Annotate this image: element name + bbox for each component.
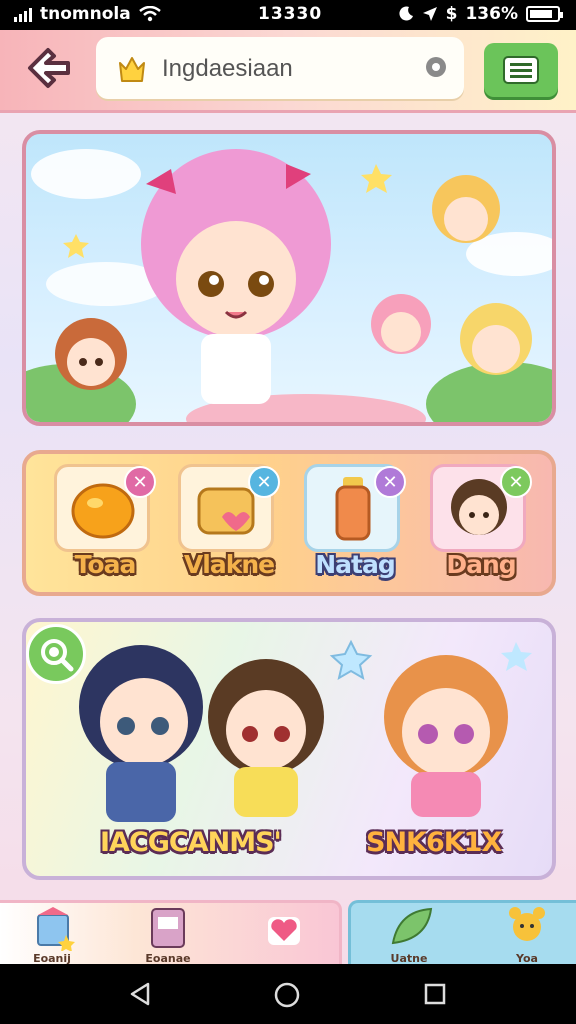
tab-group-right: Uatne Yoa [348,900,576,967]
zoom-button[interactable] [26,624,86,684]
tab-group-left: Eoanij Eoanae [0,900,342,967]
leaf-icon [391,907,433,945]
search-text: Ingdaesiaan [162,55,293,82]
battery-icon [526,6,563,22]
location-arrow-icon [422,7,437,21]
back-arrow-icon [28,48,70,88]
remove-badge[interactable]: ✕ [500,466,532,498]
carrier-label: tnomnola [40,4,131,24]
tab-favorites[interactable] [244,903,324,967]
signal-icon [14,6,32,22]
back-triangle-icon[interactable] [128,982,152,1006]
back-button[interactable] [24,44,74,92]
tab-items[interactable]: Eoanae [128,903,208,967]
remove-badge[interactable]: ✕ [374,466,406,498]
system-nav-bar [0,964,576,1024]
character-name-right: SNK6K1X [366,827,502,858]
bottom-tabs: Eoanij Eoanae Uatne Yoa [0,900,576,967]
tab-home[interactable]: Eoanij [12,903,92,967]
dollar-icon: $ [445,4,458,24]
gift-house-icon [37,907,75,952]
search-bar[interactable]: Ingdaesiaan [96,37,464,99]
magnifier-icon [41,639,74,672]
character-panel[interactable]: IACGCANMS' SNK6K1X [22,618,556,880]
menu-button[interactable] [484,43,558,97]
item-label: Dang [446,550,516,579]
featured-banner[interactable] [22,130,556,426]
item-label: Vlakne [183,550,275,579]
character-name-left: IACGCANMS' [100,827,282,858]
item-slot-4[interactable]: ✕ Dang [430,464,532,588]
tab-gear[interactable]: Uatne [369,903,449,967]
book-icon [151,908,185,948]
recents-square-icon[interactable] [424,983,446,1005]
list-icon [503,56,539,84]
item-label: Toaa [74,550,137,579]
tab-pets[interactable]: Yoa [487,903,567,967]
camera-icon[interactable] [422,55,450,79]
item-shelf: ✕ Toaa ✕ Vlakne ✕ Natag ✕ Dang [22,450,556,596]
item-slot-1[interactable]: ✕ Toaa [54,464,156,588]
pet-icon [509,907,545,941]
crown-icon [119,57,145,82]
wifi-icon [138,6,161,22]
remove-badge[interactable]: ✕ [248,466,280,498]
battery-percent: 136% [465,4,518,24]
item-label: Natag [315,550,396,579]
heart-icon [268,917,300,945]
moon-icon [399,6,413,21]
clock: 13330 [258,4,323,24]
home-circle-icon[interactable] [274,982,300,1008]
top-bar: Ingdaesiaan [0,30,576,113]
item-slot-2[interactable]: ✕ Vlakne [178,464,280,588]
remove-badge[interactable]: ✕ [124,466,156,498]
item-slot-3[interactable]: ✕ Natag [304,464,406,588]
banner-illustration [26,149,552,422]
status-bar: tnomnola 13330 $ 136% [0,0,576,30]
